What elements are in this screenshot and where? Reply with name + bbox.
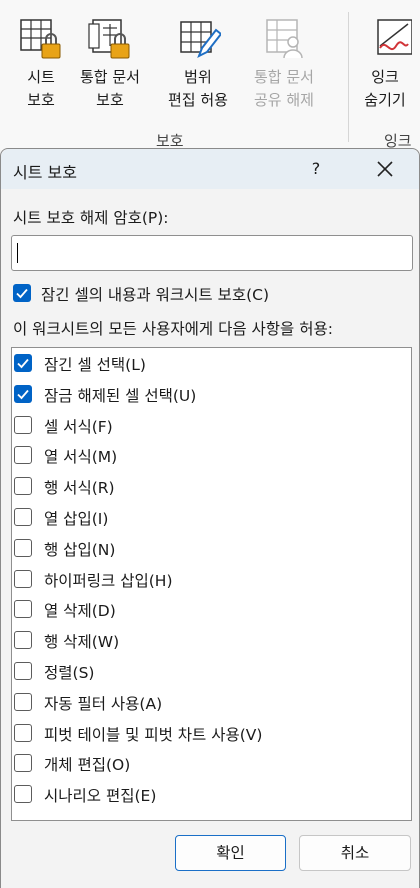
permission-checkbox[interactable] [14,538,32,557]
permission-checkbox[interactable] [14,415,32,434]
password-label: 시트 보호 해제 암호(P): [13,209,169,227]
password-input[interactable] [11,235,413,271]
permission-label: 하이퍼링크 삽입(H) [44,571,173,590]
ok-button[interactable]: 확인 [175,835,286,871]
allow-edit-ranges-label-2: 편집 허용 [168,91,228,109]
permission-checkbox[interactable] [14,723,32,742]
unshare-workbook-icon [261,16,307,64]
permission-label: 잠금 해제된 셀 선택(U) [44,386,197,405]
allow-edit-ranges-icon [175,16,223,64]
permission-checkbox[interactable] [14,631,32,650]
ribbon: 시트 보호 통합 문서 보호 범위 편집 허용 통합 문서 공유 해제 잉크 숨… [0,0,420,150]
permission-checkbox[interactable] [14,354,32,372]
permission-label: 열 삽입(I) [44,510,109,528]
unshare-workbook-label-2: 공유 해제 [254,91,314,109]
permission-checkbox[interactable] [14,662,32,680]
unshare-workbook-label-1: 통합 문서 [254,68,314,86]
permission-checkbox[interactable] [14,384,32,403]
permission-checkbox[interactable] [14,785,32,804]
hide-ink-button[interactable]: 잉크 숨기기 [362,16,413,112]
permission-label: 피벗 테이블 및 피벗 차트 사용(V) [44,725,263,744]
permission-checkbox[interactable] [14,477,32,496]
protect-sheet-button[interactable]: 시트 보호 [18,16,64,112]
protect-contents-checkbox[interactable] [13,284,31,302]
allow-edit-ranges-button[interactable]: 범위 편집 허용 [168,16,228,112]
dialog-titlebar: 시트 보호 ? [1,149,419,189]
permission-checkbox[interactable] [14,692,32,711]
allow-label: 이 워크시트의 모든 사용자에게 다음 사항을 허용: [13,320,333,338]
permission-checkbox[interactable] [14,600,32,619]
checkmark-icon [17,389,29,400]
checkmark-icon [17,358,29,369]
permission-label: 셀 서식(F) [44,417,113,436]
text-caret [17,243,18,263]
protect-workbook-button[interactable]: 통합 문서 보호 [80,16,140,112]
cancel-button[interactable]: 취소 [299,835,411,871]
checkmark-icon [16,288,28,299]
unshare-workbook-button: 통합 문서 공유 해제 [254,16,314,112]
protect-contents-label: 잠긴 셀의 내용과 워크시트 보호(C) [41,286,270,304]
permission-label: 행 삭제(W) [44,633,120,652]
permission-checkbox[interactable] [14,446,32,465]
hide-ink-label-1: 잉크 [371,68,399,86]
hide-ink-label-2: 숨기기 [364,91,406,109]
protect-sheet-label-2: 보호 [27,91,55,109]
dialog-title: 시트 보호 [13,163,77,182]
permission-label: 열 삭제(D) [44,602,116,621]
permission-checkbox[interactable] [14,569,32,588]
permission-label: 열 서식(M) [44,448,118,467]
permission-label: 시나리오 편집(E) [44,787,157,806]
close-icon [377,161,393,177]
protect-sheet-label-1: 시트 [27,68,55,86]
protect-sheet-icon [18,16,64,64]
close-button[interactable] [371,157,399,181]
permission-checkbox[interactable] [14,508,32,526]
permission-label: 잠긴 셀 선택(L) [44,356,146,374]
protect-workbook-icon [87,16,133,64]
allow-edit-ranges-label-1: 범위 [184,68,212,86]
permission-label: 행 서식(R) [44,479,115,498]
ribbon-separator [348,12,349,142]
protect-workbook-label-2: 보호 [96,91,124,109]
help-button[interactable]: ? [304,157,328,181]
permission-label: 자동 필터 사용(A) [44,694,163,713]
hide-ink-icon [362,16,413,64]
permission-checkbox[interactable] [14,754,32,773]
permission-label: 정렬(S) [44,664,95,682]
permission-label: 개체 편집(O) [44,756,131,775]
permission-label: 행 삽입(N) [44,540,116,559]
permissions-list: 잠긴 셀 선택(L) 잠금 해제된 셀 선택(U) 셀 서식(F) 열 서식(M) 행 … [11,347,412,821]
protect-workbook-label-1: 통합 문서 [80,68,140,86]
protect-sheet-dialog: 시트 보호 ? 시트 보호 해제 암호(P): 잠긴 셀의 내용과 워크시트 보… [0,148,420,888]
